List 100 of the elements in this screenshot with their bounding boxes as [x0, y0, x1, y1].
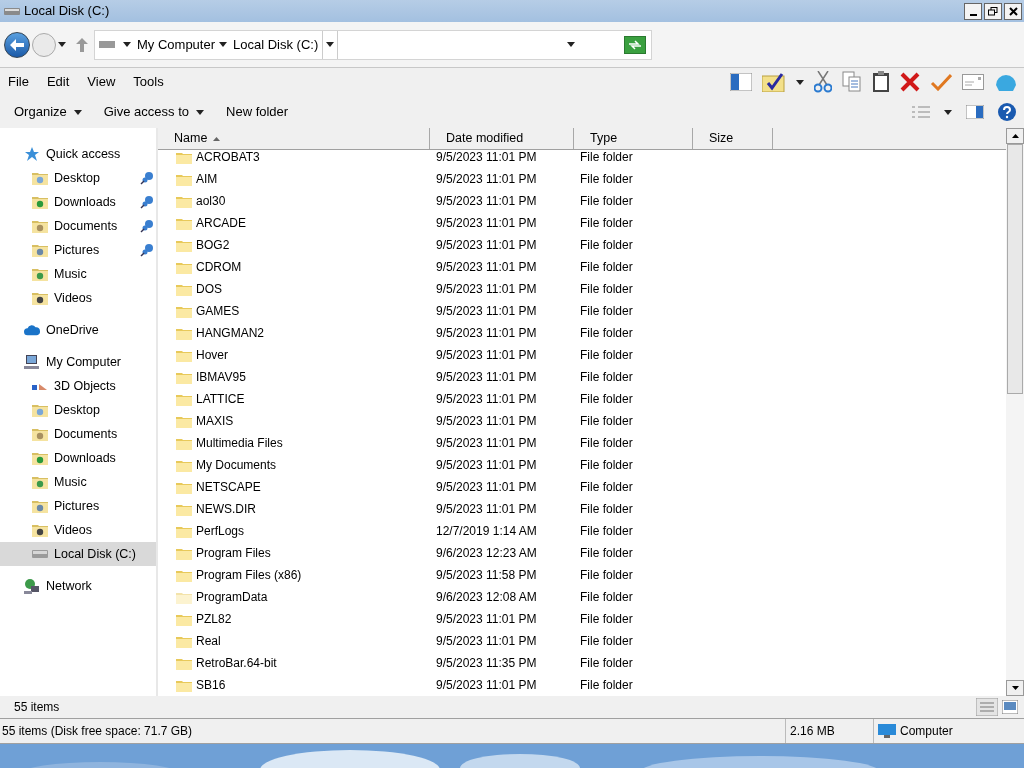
date-cell-text: 9/5/2023 11:01 PM: [435, 501, 538, 518]
file-row[interactable]: ProgramData 9/6/2023 12:08 AM File folder: [158, 586, 1006, 608]
nav-item[interactable]: Videos: [0, 518, 156, 542]
up-arrow-icon[interactable]: [76, 37, 88, 52]
file-row[interactable]: NETSCAPE 9/5/2023 11:01 PM File folder: [158, 476, 1006, 498]
file-name: NETSCAPE: [196, 479, 261, 496]
file-name: My Documents: [196, 457, 277, 474]
command-button[interactable]: New folder: [226, 102, 289, 122]
file-row[interactable]: MAXIS 9/5/2023 11:01 PM File folder: [158, 410, 1006, 432]
nav-item[interactable]: Music: [0, 262, 156, 286]
nav-item[interactable]: Documents: [0, 422, 156, 446]
nav-item[interactable]: 3D Objects: [0, 374, 156, 398]
file-row[interactable]: aol30 9/5/2023 11:01 PM File folder: [158, 190, 1006, 212]
checked-folder-icon[interactable]: [762, 72, 786, 92]
nav-item[interactable]: Local Disk (C:): [0, 542, 156, 566]
thumbnail-view-icon[interactable]: [1002, 700, 1018, 714]
restore-icon: [988, 6, 998, 16]
menu-item[interactable]: Tools: [133, 72, 164, 92]
file-row[interactable]: ARCADE 9/5/2023 11:01 PM File folder: [158, 212, 1006, 234]
file-row[interactable]: My Documents 9/5/2023 11:01 PM File folder: [158, 454, 1006, 476]
nav-item[interactable]: Documents: [0, 214, 156, 238]
preview-pane-icon[interactable]: [966, 105, 984, 119]
restore-button[interactable]: [984, 2, 1002, 20]
videos-folder-icon: [32, 291, 48, 305]
file-name: LATTICE: [196, 391, 245, 408]
nav-item[interactable]: Videos: [0, 286, 156, 310]
file-row[interactable]: PZL82 9/5/2023 11:01 PM File folder: [158, 608, 1006, 630]
date-cell-text: 9/5/2023 11:01 PM: [435, 215, 538, 232]
scissors-icon[interactable]: [814, 71, 832, 93]
file-row[interactable]: NEWS.DIR 9/5/2023 11:01 PM File folder: [158, 498, 1006, 520]
close-button[interactable]: [1004, 2, 1022, 20]
nav-item[interactable]: Desktop: [0, 166, 156, 190]
scroll-up-icon[interactable]: [1011, 134, 1019, 138]
nav-item[interactable]: Desktop: [0, 398, 156, 422]
minimize-button[interactable]: [964, 2, 982, 20]
status-summary: 55 items (Disk free space: 71.7 GB): [0, 719, 786, 743]
folder-icon: [176, 348, 192, 362]
folder-icon: [176, 282, 192, 296]
nav-item[interactable]: Downloads: [0, 446, 156, 470]
file-row[interactable]: Program Files (x86) 9/5/2023 11:58 PM File folder: [158, 564, 1006, 586]
command-button[interactable]: Give access to: [103, 102, 204, 122]
file-row[interactable]: LATTICE 9/5/2023 11:01 PM File folder: [158, 388, 1006, 410]
file-row[interactable]: RetroBar.64-bit 9/5/2023 11:35 PM File folder: [158, 652, 1006, 674]
type-cell-text: File folder: [579, 193, 634, 210]
checkmark-icon[interactable]: [930, 73, 952, 91]
file-row[interactable]: PerfLogs 12/7/2019 1:14 AM File folder: [158, 520, 1006, 542]
file-row[interactable]: Multimedia Files 9/5/2023 11:01 PM File folder: [158, 432, 1006, 454]
desktop-folder-icon: [32, 171, 48, 185]
nav-item[interactable]: Quick access: [0, 142, 156, 166]
type-cell-text: File folder: [579, 545, 634, 562]
file-row[interactable]: DOS 9/5/2023 11:01 PM File folder: [158, 278, 1006, 300]
nav-item[interactable]: Music: [0, 470, 156, 494]
file-name: BOG2: [196, 237, 230, 254]
date-cell-text: 9/5/2023 11:01 PM: [435, 259, 538, 276]
scrollbar[interactable]: [1006, 128, 1024, 696]
file-row[interactable]: Real 9/5/2023 11:01 PM File folder: [158, 630, 1006, 652]
back-button[interactable]: [4, 31, 30, 58]
delete-icon[interactable]: [900, 72, 920, 92]
nav-item[interactable]: Pictures: [0, 238, 156, 262]
menu-item[interactable]: Edit: [46, 72, 70, 92]
breadcrumb[interactable]: Local Disk (C:): [233, 34, 319, 55]
envelope-icon[interactable]: [962, 74, 984, 90]
caret-icon: [73, 109, 82, 115]
column-header[interactable]: Name: [158, 128, 430, 149]
view-caret-icon: [944, 109, 952, 115]
file-row[interactable]: AIM 9/5/2023 11:01 PM File folder: [158, 168, 1006, 190]
nav-item[interactable]: My Computer: [0, 350, 156, 374]
column-header[interactable]: Size: [693, 128, 773, 149]
nav-item[interactable]: OneDrive: [0, 318, 156, 342]
date-cell-text: 9/5/2023 11:01 PM: [435, 457, 538, 474]
pane-icon[interactable]: [730, 73, 752, 91]
dropdown-caret-icon: [567, 42, 575, 47]
address-bar[interactable]: My Computer Local Disk (C:): [94, 29, 652, 60]
type-cell-text: File folder: [579, 567, 634, 584]
file-row[interactable]: HANGMAN2 9/5/2023 11:01 PM File folder: [158, 322, 1006, 344]
file-name: HANGMAN2: [196, 325, 264, 342]
scroll-down-icon[interactable]: [1011, 686, 1019, 690]
file-row[interactable]: ACROBAT3 9/5/2023 11:01 PM File folder: [158, 150, 1006, 168]
file-row[interactable]: IBMAV95 9/5/2023 11:01 PM File folder: [158, 366, 1006, 388]
file-row[interactable]: Program Files 9/6/2023 12:23 AM File folder: [158, 542, 1006, 564]
column-header[interactable]: Type: [574, 128, 693, 149]
menu-item[interactable]: View: [87, 72, 116, 92]
sort-ascending-icon: [213, 136, 221, 141]
file-row[interactable]: GAMES 9/5/2023 11:01 PM File folder: [158, 300, 1006, 322]
help-icon[interactable]: [998, 103, 1016, 121]
type-cell-text: File folder: [579, 347, 634, 364]
file-row[interactable]: CDROM 9/5/2023 11:01 PM File folder: [158, 256, 1006, 278]
menu-item[interactable]: File: [8, 72, 29, 92]
clipboard-icon[interactable]: [872, 71, 890, 93]
file-name: Real: [196, 633, 221, 650]
nav-item[interactable]: Pictures: [0, 494, 156, 518]
type-cell-text: File folder: [579, 457, 634, 474]
breadcrumb[interactable]: My Computer: [137, 34, 216, 55]
column-header[interactable]: Date modified: [430, 128, 574, 149]
file-row[interactable]: BOG2 9/5/2023 11:01 PM File folder: [158, 234, 1006, 256]
file-row[interactable]: Hover 9/5/2023 11:01 PM File folder: [158, 344, 1006, 366]
command-button[interactable]: Organize: [14, 102, 82, 122]
nav-item[interactable]: Downloads: [0, 190, 156, 214]
file-row[interactable]: SB16 9/5/2023 11:01 PM File folder: [158, 674, 1006, 696]
nav-item[interactable]: Network: [0, 574, 156, 598]
